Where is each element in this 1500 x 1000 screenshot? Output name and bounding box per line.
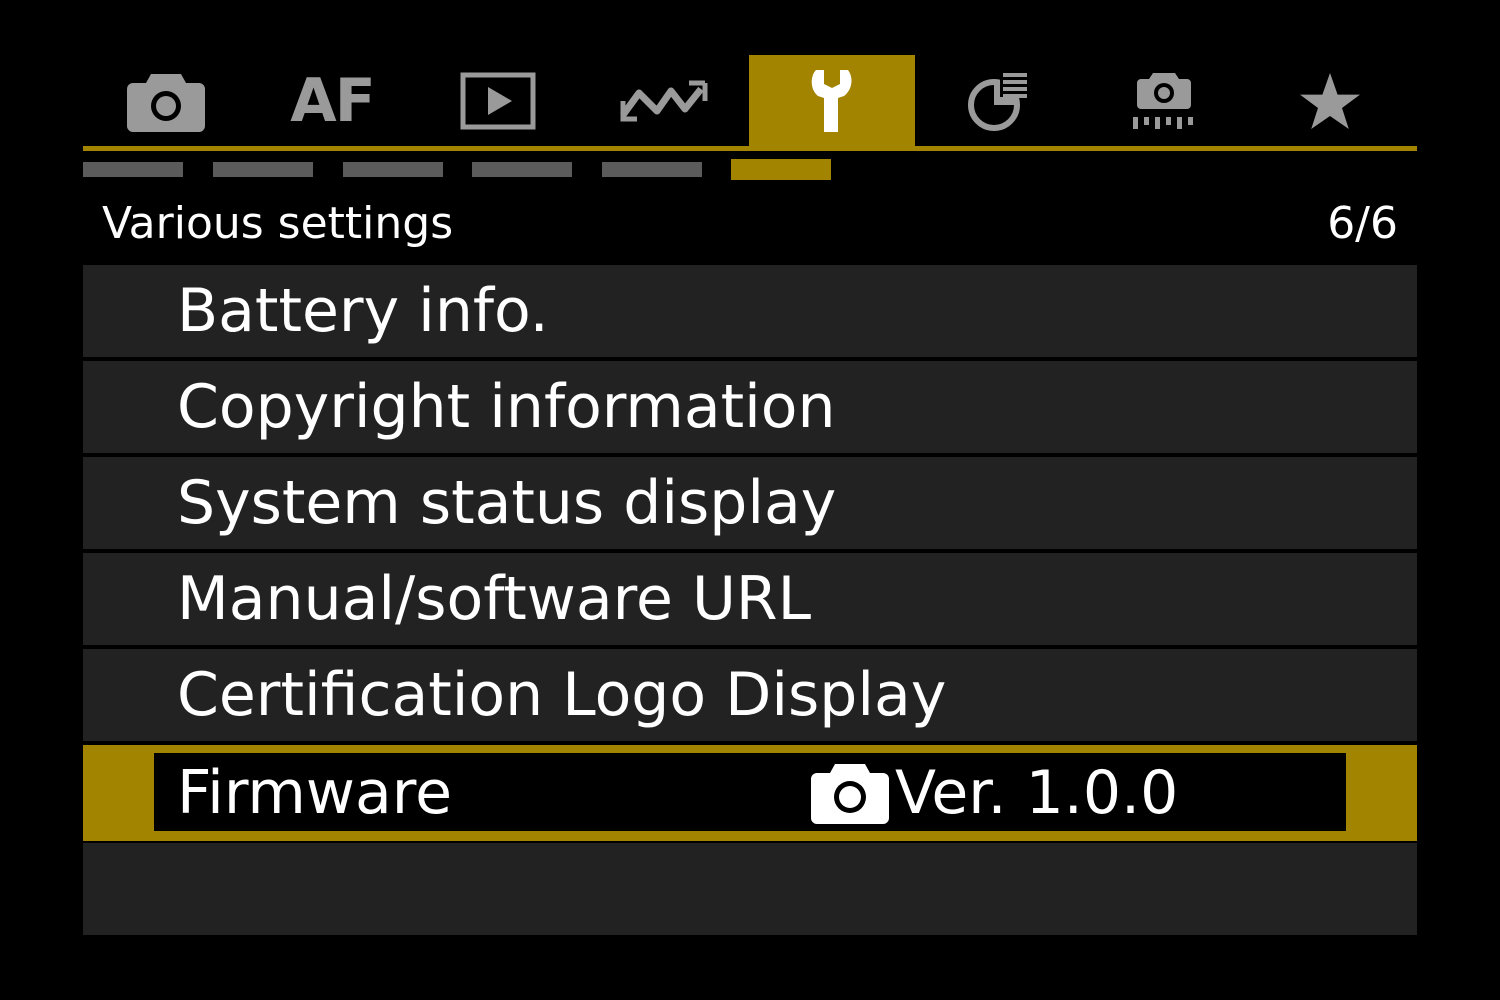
page-title: Various settings <box>102 198 454 249</box>
tab-my-menu[interactable] <box>1247 55 1413 147</box>
firmware-version: Ver. 1.0.0 <box>811 745 1178 841</box>
af-icon: AF <box>290 66 375 136</box>
tab-custom-shooting[interactable] <box>1081 55 1247 147</box>
camera-icon <box>127 74 205 132</box>
empty-menu-row <box>83 843 1417 935</box>
tab-underline <box>83 146 1417 151</box>
wireless-icon <box>620 80 708 122</box>
menu-item-manual-software-url[interactable]: Manual/software URL <box>83 553 1417 645</box>
tab-af[interactable]: AF <box>249 55 415 147</box>
page-dash-2[interactable] <box>213 162 313 177</box>
page-dash-3[interactable] <box>343 162 443 177</box>
menu-item-firmware[interactable]: Firmware Ver. 1.0.0 <box>83 745 1417 841</box>
menu-item-copyright-information[interactable]: Copyright information <box>83 361 1417 453</box>
custom-shooting-mode-icon <box>1133 73 1193 129</box>
menu-item-label: Certification Logo Display <box>177 660 947 730</box>
tab-setup[interactable] <box>749 55 915 147</box>
page-dash-6[interactable] <box>731 159 831 180</box>
tab-wireless[interactable] <box>581 55 747 147</box>
my-menu-star-icon <box>1300 73 1360 129</box>
page-indicator-dashes <box>83 159 843 182</box>
page-dash-1[interactable] <box>83 162 183 177</box>
menu-tab-bar: AF <box>83 55 1417 147</box>
page-dash-5[interactable] <box>602 162 702 177</box>
tab-playback[interactable] <box>415 55 581 147</box>
tab-custom-functions[interactable] <box>915 55 1081 147</box>
camera-icon <box>811 764 889 824</box>
menu-item-certification-logo-display[interactable]: Certification Logo Display <box>83 649 1417 741</box>
playback-icon <box>460 72 536 130</box>
page-dash-4[interactable] <box>472 162 572 177</box>
firmware-version-value: Ver. 1.0.0 <box>895 758 1179 828</box>
menu-item-label: Manual/software URL <box>177 564 812 634</box>
menu-item-label: Firmware <box>177 758 452 828</box>
wrench-icon <box>811 70 852 132</box>
menu-item-system-status-display[interactable]: System status display <box>83 457 1417 549</box>
menu-item-label: Battery info. <box>177 276 549 346</box>
custom-functions-icon <box>968 71 1028 131</box>
tab-shooting[interactable] <box>83 55 249 147</box>
page-number: 6/6 <box>1327 198 1398 249</box>
menu-item-battery-info[interactable]: Battery info. <box>83 265 1417 357</box>
menu-item-label: System status display <box>177 468 837 538</box>
menu-item-label: Copyright information <box>177 372 836 442</box>
